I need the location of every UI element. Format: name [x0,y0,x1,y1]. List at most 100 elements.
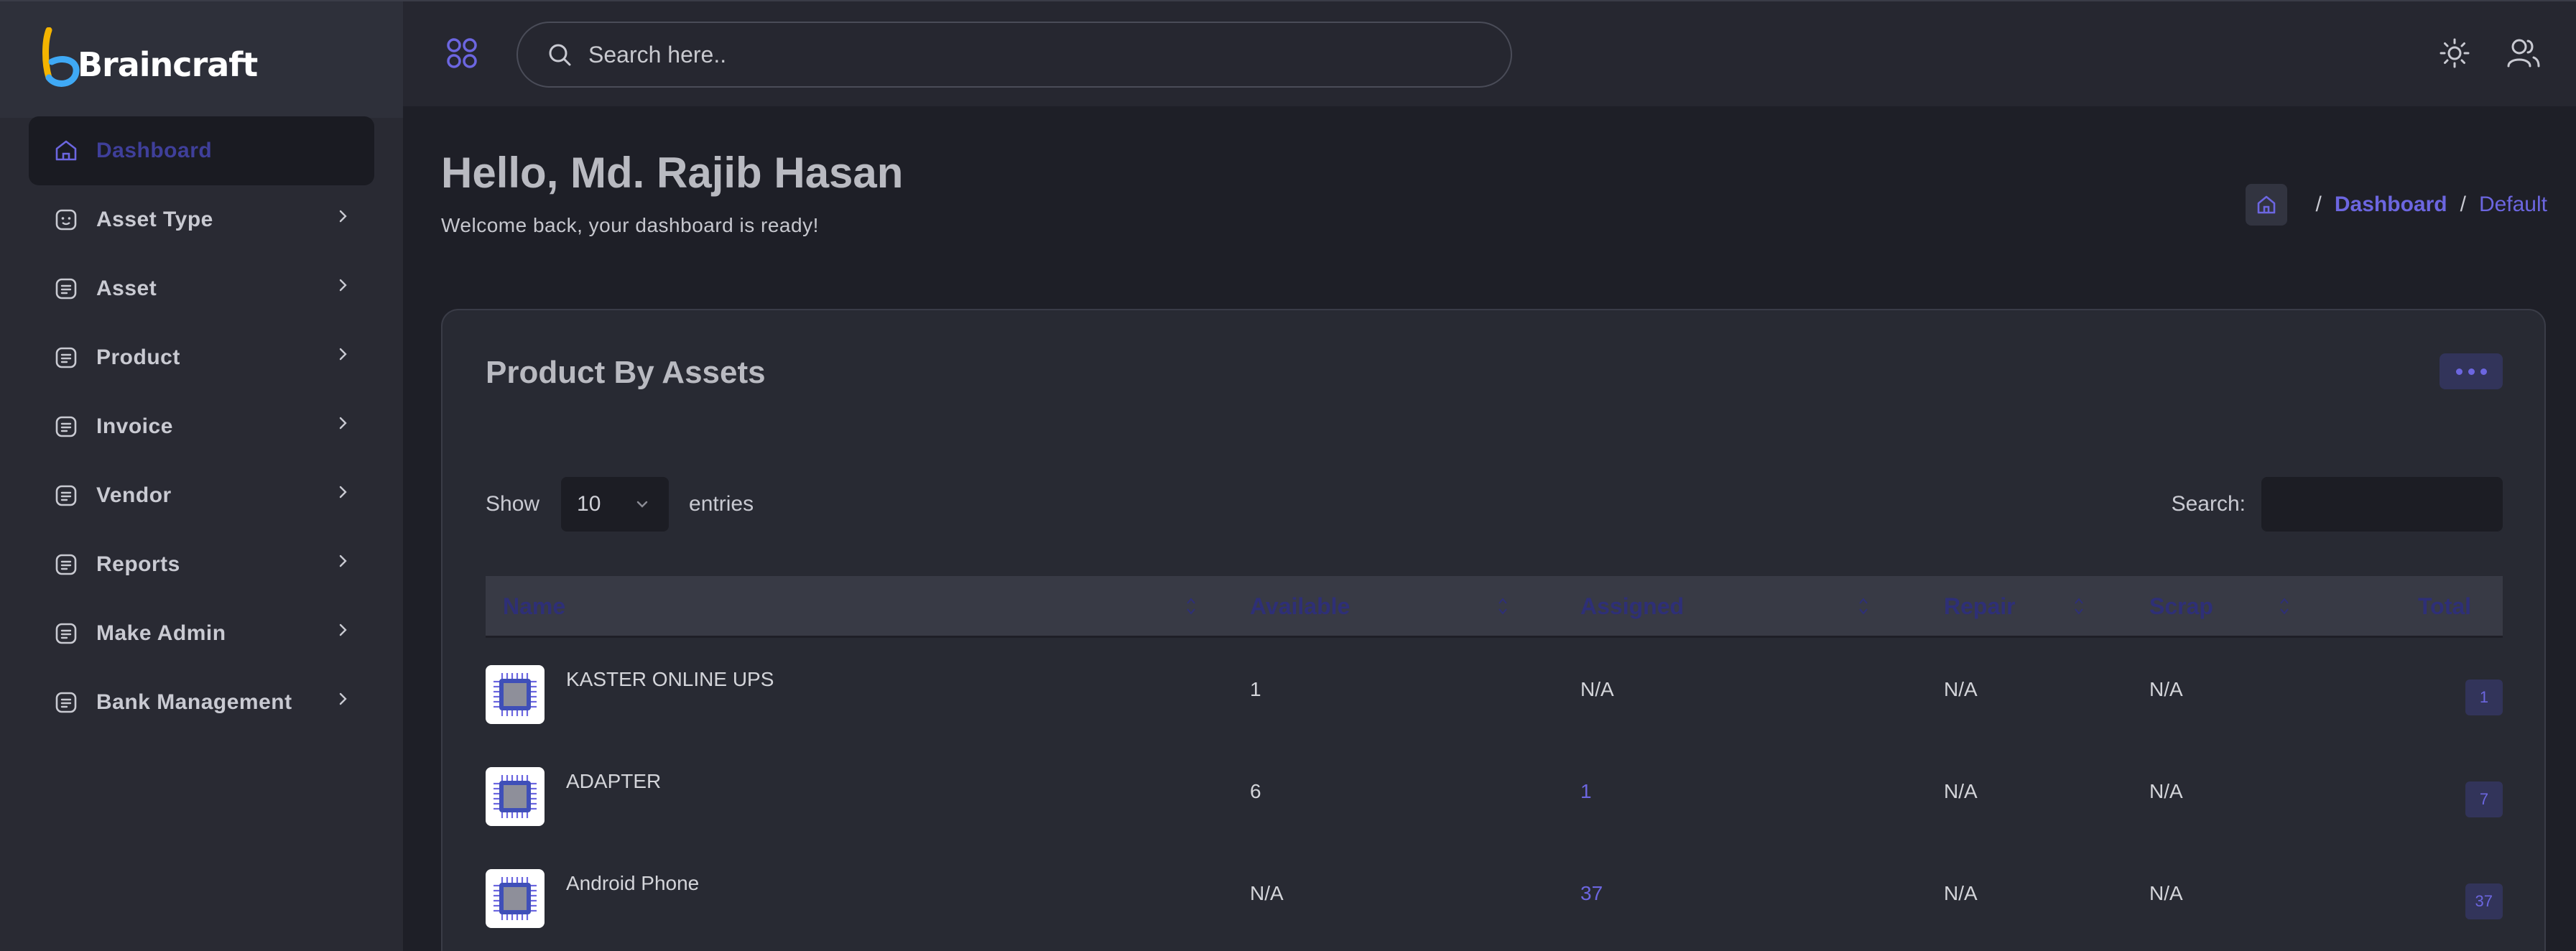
sort-icon[interactable] [2073,592,2085,621]
user-profile-icon[interactable] [2506,36,2541,70]
sidebar-item-label: Asset Type [96,208,213,231]
sidebar-item-reports[interactable]: Reports [29,530,374,599]
document-icon [55,692,77,713]
brand-name: Braincraft [78,45,258,84]
sidebar-item-asset-type[interactable]: Asset Type [29,185,374,254]
page-title: Hello, Md. Rajib Hasan [441,149,904,197]
cell-available: 6 [1250,780,1261,802]
column-header-total[interactable]: Total [2418,593,2471,620]
asset-type-icon [55,209,77,231]
table-body: KASTER ONLINE UPS 1 N/A N/A N/A 1 ADAPTER 6 1 N/A… [486,638,2503,944]
sidebar-item-invoice[interactable]: Invoice [29,392,374,461]
breadcrumb-home[interactable] [2245,184,2287,226]
sort-icon[interactable] [1858,592,1869,621]
sidebar-item-bank-management[interactable]: Bank Management [29,668,374,737]
entries-select-value: 10 [577,492,601,516]
apps-grid-icon[interactable] [446,37,478,69]
cell-repair: N/A [1944,678,1978,700]
table-search-input[interactable] [2261,477,2503,532]
cell-available: N/A [1250,882,1284,904]
home-icon [2257,195,2275,214]
sidebar-item-dashboard[interactable]: Dashboard [29,116,374,185]
sidebar-menu: Dashboard Asset Type Asset Product Invoice Ve… [0,116,403,737]
sidebar-item-label: Invoice [96,414,173,438]
total-badge[interactable]: 37 [2465,883,2503,919]
column-header-scrap[interactable]: Scrap [2149,593,2213,620]
table-search: Search: [2172,477,2503,532]
sort-icon[interactable] [1497,592,1509,621]
breadcrumb: / Dashboard / Default [2245,184,2547,226]
chevron-down-icon [636,501,648,508]
logo[interactable]: Braincraft [0,0,403,118]
sidebar-item-label: Product [96,345,180,369]
chevron-right-icon [339,417,347,430]
product-by-assets-card: Product By Assets Show 10 entries Search… [441,309,2546,951]
sidebar-item-vendor[interactable]: Vendor [29,461,374,530]
cell-scrap: N/A [2149,678,2183,700]
sidebar-item-label: Make Admin [96,621,226,645]
table-row[interactable]: ADAPTER 6 1 N/A N/A 7 [486,740,2503,842]
card-more-button[interactable] [2440,353,2503,389]
home-icon [55,140,77,161]
chevron-right-icon [339,348,347,361]
sidebar-item-label: Asset [96,277,157,300]
product-image [486,869,545,928]
product-name: Android Phone [566,872,700,894]
entries-control: Show 10 entries [486,477,754,532]
breadcrumb-current: Default [2478,192,2547,216]
sidebar: Braincraft Dashboard Asset Type Asset Produ… [0,0,403,951]
chevron-right-icon [339,486,347,498]
sidebar-item-label: Vendor [96,483,172,507]
document-icon [55,554,77,575]
column-header-name[interactable]: Name [503,593,565,620]
column-header-assigned[interactable]: Assigned [1580,593,1684,620]
chevron-right-icon [339,555,347,567]
card-title: Product By Assets [486,355,766,390]
more-dot-icon [2480,368,2487,375]
document-icon [55,623,77,644]
sidebar-item-make-admin[interactable]: Make Admin [29,599,374,668]
top-bar [403,0,2576,106]
total-badge[interactable]: 7 [2465,781,2503,817]
cell-assigned[interactable]: 1 [1580,780,1592,803]
entries-select[interactable]: 10 [561,477,670,532]
chevron-right-icon [339,623,347,636]
chevron-right-icon [339,210,347,223]
cell-assigned: N/A [1580,678,1614,700]
table-row[interactable]: Android Phone N/A 37 N/A N/A 37 [486,842,2503,944]
sort-icon[interactable] [2279,592,2290,621]
product-image [486,767,545,826]
document-icon [55,278,77,300]
cell-repair: N/A [1944,780,1978,802]
sidebar-item-asset[interactable]: Asset [29,254,374,323]
sidebar-item-product[interactable]: Product [29,323,374,392]
column-header-available[interactable]: Available [1250,593,1350,620]
table-search-label: Search: [2171,492,2246,516]
global-search[interactable] [516,22,1512,88]
chip-icon [494,775,537,818]
sidebar-item-label: Dashboard [96,139,213,162]
table-row[interactable]: KASTER ONLINE UPS 1 N/A N/A N/A 1 [486,638,2503,740]
table-header: Name Available Assigned Repair Scrap Total [486,576,2503,638]
cell-repair: N/A [1944,882,1978,904]
sidebar-item-label: Reports [96,552,180,576]
show-label: Show [486,492,540,516]
column-header-repair[interactable]: Repair [1944,593,2016,620]
cell-assigned[interactable]: 37 [1580,882,1603,905]
total-badge[interactable]: 1 [2465,679,2503,715]
theme-toggle-sun-icon[interactable] [2439,37,2470,69]
breadcrumb-dashboard-link[interactable]: Dashboard [2335,192,2447,217]
sort-icon[interactable] [1185,592,1197,621]
cell-scrap: N/A [2149,882,2183,904]
sidebar-item-label: Bank Management [96,690,292,714]
chip-icon [494,673,537,716]
breadcrumb-separator: / [2460,192,2466,216]
global-search-input[interactable] [588,41,1450,68]
chevron-right-icon [339,279,347,292]
document-icon [55,485,77,506]
more-dot-icon [2468,368,2475,375]
product-name: KASTER ONLINE UPS [566,668,774,690]
more-dot-icon [2455,368,2463,375]
chip-icon [494,877,537,920]
product-table: Name Available Assigned Repair Scrap Total KA… [486,576,2503,944]
